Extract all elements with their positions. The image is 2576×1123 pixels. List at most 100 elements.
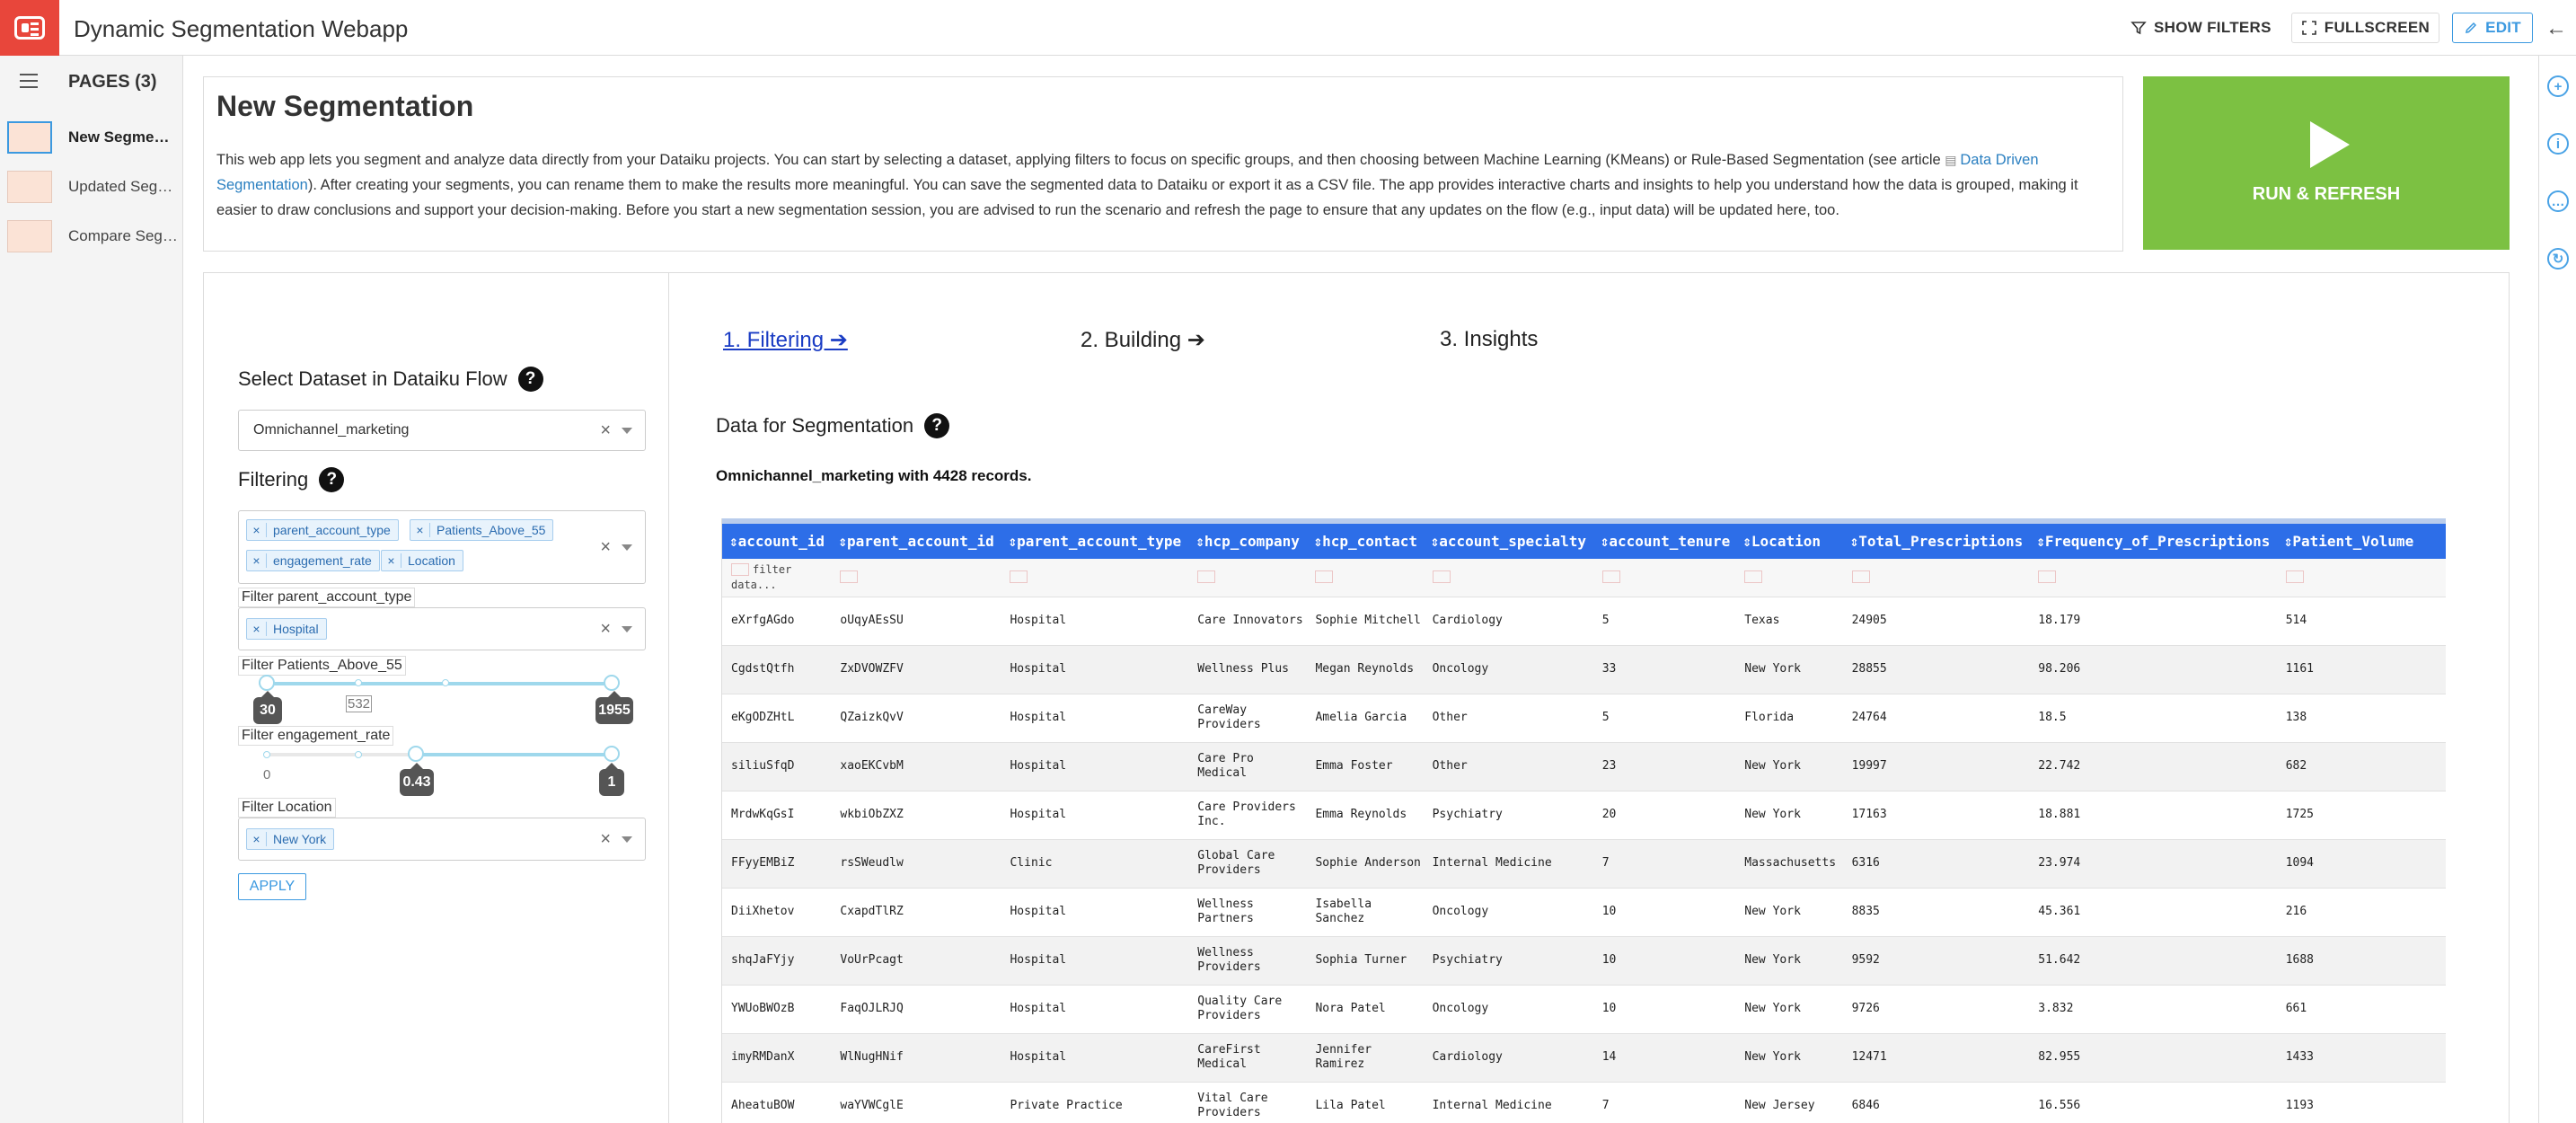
page-item-updated-segmentation[interactable]: Updated Segmentation — [0, 164, 183, 209]
column-filter-cell[interactable] — [1735, 559, 1843, 597]
remove-icon[interactable]: × — [247, 832, 267, 846]
menu-icon[interactable] — [20, 74, 38, 88]
column-filter-input[interactable] — [1851, 570, 1870, 584]
step-building[interactable]: 2. Building ➔ — [1081, 327, 1205, 353]
column-filter-cell[interactable] — [1592, 559, 1736, 597]
table-row[interactable]: DiiXhetov CxapdTlRZ Hospital Wellness Partn… — [722, 888, 2446, 937]
column-header[interactable]: ⇕Frequency_of_Prescriptions — [2029, 518, 2277, 559]
dataset-select[interactable]: Omnichannel_marketing × — [238, 410, 646, 451]
table-cell: New York — [1735, 985, 1843, 1034]
column-filter-cell[interactable] — [1423, 559, 1593, 597]
show-filters-button[interactable]: SHOW FILTERS — [2130, 19, 2272, 37]
run-refresh-button[interactable]: RUN & REFRESH — [2143, 76, 2510, 250]
table-row[interactable]: siliuSfqD xaoEKCvbM Hospital Care Pro Medic… — [722, 742, 2446, 791]
column-header[interactable]: ⇕hcp_contact — [1306, 518, 1424, 559]
step-insights[interactable]: 3. Insights — [1440, 327, 1538, 352]
column-header[interactable]: ⇕parent_account_id — [831, 518, 1001, 559]
remove-icon[interactable]: × — [247, 622, 267, 636]
slider-min-handle[interactable] — [259, 675, 275, 691]
parent-account-type-select[interactable]: × Hospital × — [238, 607, 646, 650]
remove-icon[interactable]: × — [247, 523, 267, 537]
column-filter-input[interactable] — [840, 570, 859, 584]
column-filter-cell[interactable] — [1306, 559, 1424, 597]
column-header[interactable]: ⇕hcp_company — [1188, 518, 1307, 559]
column-filter-cell[interactable] — [1001, 559, 1189, 597]
filter-chip[interactable]: × Location — [381, 550, 463, 571]
info-icon[interactable]: i — [2547, 133, 2569, 155]
table-row[interactable]: shqJaFYjy VoUrPcagt Hospital Wellness Provi… — [722, 936, 2446, 986]
column-header[interactable]: ⇕Patient_Volume — [2276, 518, 2446, 559]
history-icon[interactable]: ↻ — [2547, 248, 2569, 270]
column-filter-input[interactable] — [1197, 570, 1216, 584]
step-filtering-link[interactable]: 1. Filtering ➔ — [723, 327, 848, 353]
column-filter-input[interactable] — [1432, 570, 1451, 584]
table-cell: QZaizkQvV — [831, 694, 1001, 743]
column-filter-input[interactable] — [2038, 570, 2057, 584]
chevron-down-icon[interactable] — [622, 836, 632, 843]
clear-icon[interactable]: × — [600, 420, 611, 441]
remove-icon[interactable]: × — [410, 523, 430, 537]
table-row[interactable]: eXrfgAGdo oUqyAEsSU Hospital Care Innovator… — [722, 597, 2446, 646]
apply-button[interactable]: APPLY — [238, 873, 306, 900]
slider-max-handle[interactable] — [604, 746, 620, 762]
table-row[interactable]: CgdstQtfh ZxDVOWZFV Hospital Wellness Plus M… — [722, 645, 2446, 694]
column-filter-cell[interactable] — [831, 559, 1001, 597]
column-filter-input[interactable] — [2285, 570, 2304, 584]
column-filter-input[interactable] — [1315, 570, 1334, 584]
filter-chip[interactable]: × parent_account_type — [246, 519, 399, 541]
filter-chip[interactable]: × Hospital — [246, 618, 327, 640]
table-row[interactable]: FFyyEMBiZ rsSWeudlw Clinic Global Care Prov… — [722, 839, 2446, 889]
help-icon[interactable]: ? — [924, 413, 950, 438]
chevron-down-icon[interactable] — [622, 544, 632, 551]
chevron-down-icon[interactable] — [622, 428, 632, 434]
page-item-new-segmentation[interactable]: New Segmentation — [0, 115, 183, 160]
column-filter-input[interactable] — [1010, 570, 1028, 584]
column-filter-cell[interactable] — [2276, 559, 2446, 597]
webapp-window: Dynamic Segmentation Webapp SHOW FILTERS… — [0, 0, 2576, 1123]
column-header[interactable]: ⇕account_tenure — [1592, 518, 1736, 559]
column-header[interactable]: ⇕account_id — [722, 518, 832, 559]
slider-min-handle[interactable] — [408, 746, 424, 762]
comments-icon[interactable]: … — [2547, 190, 2569, 212]
dashboard-logo-icon[interactable] — [0, 0, 59, 56]
column-filter-input[interactable] — [1601, 570, 1620, 584]
location-select[interactable]: × New York × — [238, 818, 646, 861]
remove-icon[interactable]: × — [247, 553, 267, 568]
filter-chip[interactable]: × New York — [246, 828, 335, 850]
help-icon[interactable]: ? — [319, 467, 345, 492]
column-header[interactable]: ⇕parent_account_type — [1001, 518, 1189, 559]
table-row[interactable]: eKgODZHtL QZaizkQvV Hospital CareWay Provid… — [722, 694, 2446, 743]
clear-icon[interactable]: × — [600, 829, 611, 850]
right-rail: + i … ↻ — [2538, 56, 2576, 1123]
chevron-down-icon[interactable] — [622, 626, 632, 632]
page-item-compare-segmentations[interactable]: Compare Segmentations — [0, 214, 183, 259]
slider-max-handle[interactable] — [604, 675, 620, 691]
edit-button[interactable]: EDIT — [2452, 13, 2533, 43]
table-cell: YWUoBWOzB — [722, 985, 832, 1034]
column-filter-input[interactable] — [1744, 570, 1763, 584]
column-header[interactable]: ⇕Total_Prescriptions — [1842, 518, 2030, 559]
remove-icon[interactable]: × — [382, 553, 401, 568]
clear-icon[interactable]: × — [600, 619, 611, 640]
table-row[interactable]: YWUoBWOzB FaqOJLRJQ Hospital Quality Care P… — [722, 985, 2446, 1034]
collapse-arrow-icon[interactable]: ← — [2545, 16, 2567, 41]
table-row[interactable]: imyRMDanX WlNugHNif Hospital CareFirst Medi… — [722, 1033, 2446, 1083]
table-row[interactable]: MrdwKqGsI wkbiObZXZ Hospital Care Providers… — [722, 791, 2446, 840]
column-header[interactable]: ⇕account_specialty — [1423, 518, 1593, 559]
add-icon[interactable]: + — [2547, 75, 2569, 97]
filter-columns-multiselect[interactable]: × parent_account_type × Patients_Above_55 … — [238, 510, 646, 584]
table-cell: 216 — [2276, 888, 2446, 937]
filter-chip[interactable]: × engagement_rate — [246, 550, 380, 571]
table-row[interactable]: AheatuBOW waYVWCglE Private Practice Vital … — [722, 1082, 2446, 1123]
column-filter-cell[interactable] — [1188, 559, 1307, 597]
help-icon[interactable]: ? — [517, 367, 543, 392]
fullscreen-button[interactable]: FULLSCREEN — [2290, 13, 2440, 43]
column-filter-cell[interactable]: filter data... — [722, 559, 832, 597]
data-table-container[interactable]: ⇕account_id ⇕parent_account_id ⇕parent_acc… — [721, 518, 2446, 1123]
filter-chip[interactable]: × Patients_Above_55 — [410, 519, 554, 541]
column-filter-input[interactable] — [731, 563, 749, 577]
column-filter-cell[interactable] — [1842, 559, 2030, 597]
clear-icon[interactable]: × — [600, 537, 611, 558]
column-filter-cell[interactable] — [2029, 559, 2277, 597]
column-header[interactable]: ⇕Location — [1735, 518, 1843, 559]
